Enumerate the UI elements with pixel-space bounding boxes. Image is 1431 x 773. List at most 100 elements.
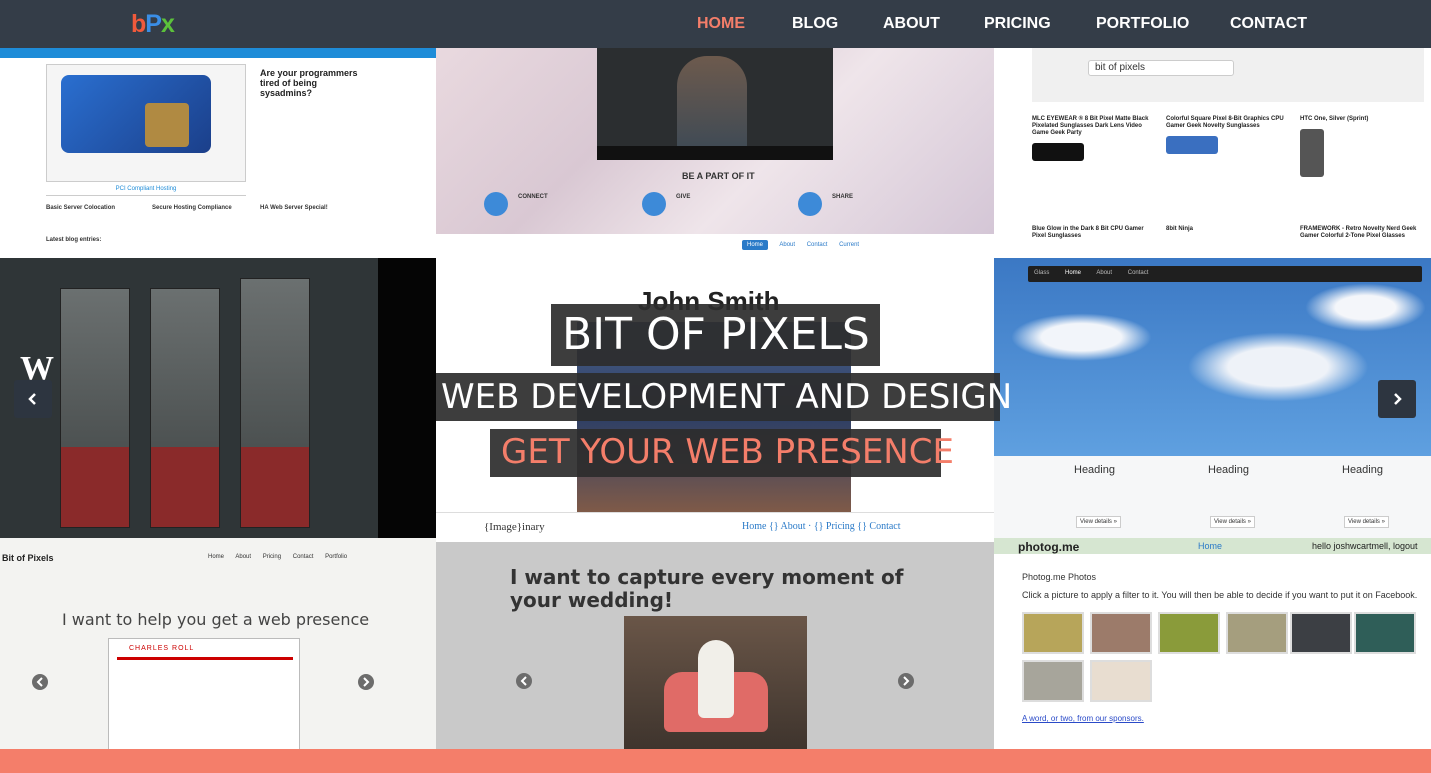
photog-brand[interactable]: photog.me <box>1018 540 1079 554</box>
personal-nav-current[interactable]: Current <box>839 242 859 248</box>
product-title: MLC EYEWEAR ® 8 Bit Pixel Matte Black Pi… <box>1032 116 1149 136</box>
product-item[interactable]: FRAMEWORK - Retro Novelty Nerd Geek Game… <box>1300 226 1420 240</box>
portfolio-tile-photog: photog.me Home hello joshwcartmell, logo… <box>994 538 1431 750</box>
photo-thumb[interactable] <box>1158 612 1220 654</box>
view-details-button[interactable]: View details » <box>1210 516 1255 528</box>
chevron-right-icon <box>1394 393 1402 405</box>
photog-home-link[interactable]: Home <box>1198 541 1222 551</box>
sky-hero-image <box>994 258 1431 456</box>
nav-contact[interactable]: CONTACT <box>1230 15 1307 33</box>
view-details-button[interactable]: View details » <box>1344 516 1389 528</box>
portfolio-tile-glass: Glass Home About Contact Heading Heading… <box>994 258 1431 538</box>
photo-thumb[interactable] <box>1290 612 1352 654</box>
bop-link[interactable]: Home <box>208 554 224 560</box>
chevron-right-icon[interactable] <box>358 674 374 690</box>
amazon-search-input[interactable]: bit of pixels <box>1088 60 1234 76</box>
personal-nav-home[interactable]: Home <box>742 240 769 250</box>
top-navbar: bPx HOME BLOG ABOUT PRICING PORTFOLIO CO… <box>0 0 1431 48</box>
video-controls[interactable] <box>597 146 833 160</box>
nav-about[interactable]: ABOUT <box>883 15 940 33</box>
product-item[interactable]: HTC One, Silver (Sprint) <box>1300 116 1420 177</box>
hero-subtitle: WEB DEVELOPMENT AND DESIGN <box>436 373 1012 421</box>
photog-header: photog.me Home hello joshwcartmell, logo… <box>994 538 1431 554</box>
portfolio-tile-video: BE A PART OF IT CONNECT GIVE SHARE <box>436 48 994 234</box>
product-title: HTC One, Silver (Sprint) <box>1300 116 1369 122</box>
crowdfund-col-title: CONNECT <box>518 194 548 200</box>
crowdfund-heading: BE A PART OF IT <box>682 171 755 181</box>
photo-thumb[interactable] <box>1090 612 1152 654</box>
bop-link[interactable]: About <box>235 554 251 560</box>
product-item[interactable]: 8bit Ninja <box>1166 226 1286 233</box>
chevron-left-icon <box>28 393 36 405</box>
bride-graphic <box>698 640 734 718</box>
photog-user-greeting[interactable]: hello joshwcartmell, logout <box>1312 541 1418 551</box>
product-item[interactable]: Blue Glow in the Dark 8 Bit CPU Gamer Pi… <box>1032 226 1152 240</box>
video-player[interactable] <box>597 48 833 160</box>
bop-link[interactable]: Portfolio <box>325 554 347 560</box>
bop-link[interactable]: Pricing <box>263 554 281 560</box>
photog-title: Photog.me Photos <box>1022 572 1097 582</box>
wedding-photo <box>624 616 807 750</box>
product-image <box>1032 143 1084 161</box>
bop-tagline: I want to help you get a web presence <box>62 610 370 629</box>
chevron-left-icon[interactable] <box>516 673 532 689</box>
hosting-slide-image <box>46 64 246 182</box>
hosting-slide-caption: PCI Compliant Hosting <box>46 186 246 196</box>
personal-nav-about[interactable]: About <box>779 242 795 248</box>
share-icon <box>798 192 822 216</box>
dark-panel <box>378 258 436 538</box>
bop-links: Home About Pricing Contact Portfolio <box>208 554 357 560</box>
glass-heading: Heading <box>1208 464 1249 476</box>
nav-home[interactable]: HOME <box>697 15 745 33</box>
photo-thumb[interactable] <box>1022 612 1084 654</box>
carousel-next-button[interactable] <box>1378 380 1416 418</box>
hosting-headline: Are your programmers tired of being sysa… <box>260 68 358 98</box>
photo-thumb[interactable] <box>1090 660 1152 702</box>
logo-letter-x: x <box>160 10 175 38</box>
page: bPx HOME BLOG ABOUT PRICING PORTFOLIO CO… <box>0 0 1431 773</box>
plug-icon <box>484 192 508 216</box>
product-item[interactable]: MLC EYEWEAR ® 8 Bit Pixel Matte Black Pi… <box>1032 116 1152 161</box>
photog-sponsor-link[interactable]: A word, or two, from our sponsors. <box>1022 714 1144 723</box>
crowdfund-col-connect: CONNECT <box>484 192 548 216</box>
nav-pricing[interactable]: PRICING <box>984 15 1051 33</box>
photo-thumb[interactable] <box>1226 612 1288 654</box>
bop-brand[interactable]: Bit of Pixels <box>2 553 54 563</box>
bop-header: Bit of Pixels Home About Pricing Contact… <box>0 550 436 568</box>
glass-nav-home[interactable]: Home <box>1065 270 1081 276</box>
pump-graphic <box>240 278 310 528</box>
view-details-button[interactable]: View details » <box>1076 516 1121 528</box>
padlock-graphic <box>145 103 189 147</box>
gift-icon <box>642 192 666 216</box>
chevron-right-icon[interactable] <box>898 673 914 689</box>
personal-nav-contact[interactable]: Contact <box>807 242 828 248</box>
photog-instructions: Click a picture to apply a filter to it.… <box>1022 590 1418 600</box>
product-item[interactable]: Colorful Square Pixel 8-Bit Graphics CPU… <box>1166 116 1286 154</box>
site-logo[interactable]: bPx <box>131 10 175 39</box>
nav-portfolio[interactable]: PORTFOLIO <box>1096 15 1189 33</box>
glass-navbar: Glass Home About Contact <box>1028 266 1422 282</box>
carousel-prev-button[interactable] <box>14 380 52 418</box>
photo-thumb[interactable] <box>1022 660 1084 702</box>
imaginary-nav[interactable]: Home {} About · {} Pricing {} Contact <box>742 521 901 532</box>
imaginary-footer: {Image}inary Home {} About · {} Pricing … <box>436 512 994 542</box>
glass-brand[interactable]: Glass <box>1034 270 1049 276</box>
product-image <box>1300 129 1324 177</box>
video-presenter <box>677 56 747 152</box>
glass-nav-about[interactable]: About <box>1096 270 1112 276</box>
portfolio-tile-amazon: bit of pixels MLC EYEWEAR ® 8 Bit Pixel … <box>994 48 1431 258</box>
glass-nav-contact[interactable]: Contact <box>1128 270 1149 276</box>
hosting-col-3: HA Web Server Special! <box>260 205 328 211</box>
bop-link[interactable]: Contact <box>293 554 314 560</box>
hosting-topbar <box>0 48 436 58</box>
portfolio-tile-fuel: W <box>0 258 436 538</box>
chevron-left-icon[interactable] <box>32 674 48 690</box>
glass-heading: Heading <box>1342 464 1383 476</box>
glass-heading: Heading <box>1074 464 1115 476</box>
portfolio-tile-bitofpixels: Bit of Pixels Home About Pricing Contact… <box>0 538 436 750</box>
portfolio-tile-hosting: PCI Compliant Hosting Are your programme… <box>0 48 436 258</box>
hero-cta[interactable]: GET YOUR WEB PRESENCE <box>490 429 954 477</box>
photo-thumb[interactable] <box>1354 612 1416 654</box>
bop-shot-rule <box>117 657 293 660</box>
nav-blog[interactable]: BLOG <box>792 15 838 33</box>
